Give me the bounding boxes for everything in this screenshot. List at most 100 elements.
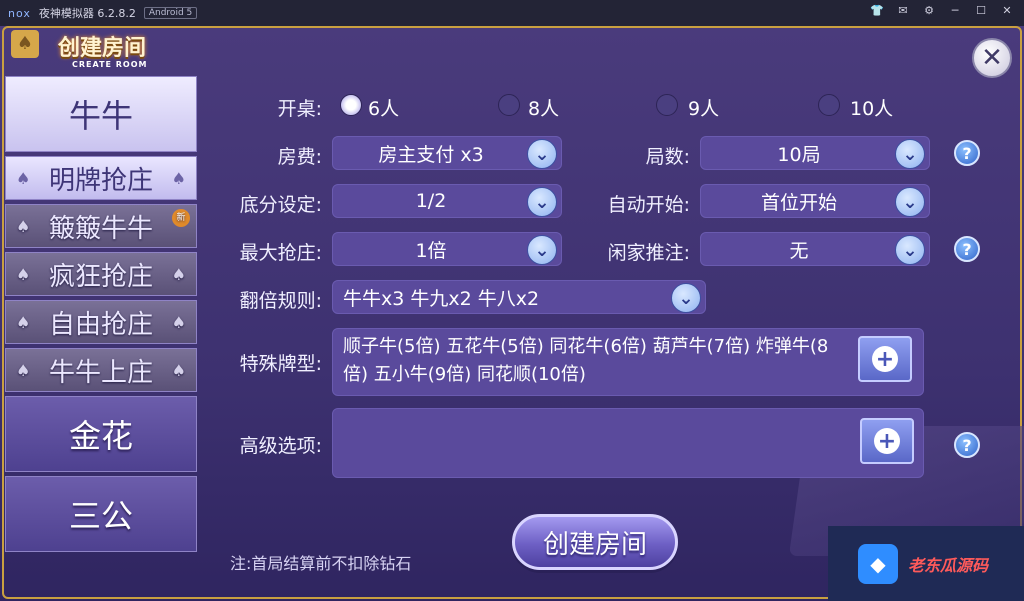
emulator-titlebar: nox 夜神模拟器 6.2.8.2 Android 5 👕 ✉ ⚙ ─ ☐ ✕	[0, 0, 1024, 26]
chevron-down-icon: ⌄	[527, 235, 557, 265]
sidebar-item-label: 明牌抢庄	[48, 165, 153, 196]
radio-6[interactable]	[340, 94, 362, 116]
sidebar-item-label: 牛牛上庄	[48, 357, 153, 388]
create-room-button[interactable]: 创建房间	[512, 514, 678, 570]
base-score-value: 1/2	[415, 190, 447, 212]
double-rule-label: 翻倍规则:	[239, 290, 322, 312]
watermark-text: 老东瓜源码	[908, 555, 989, 575]
radio-8[interactable]	[498, 94, 520, 116]
nox-logo: nox	[8, 6, 31, 20]
radio-9-label: 9人	[688, 98, 720, 120]
double-rule-dropdown[interactable]: 牛牛x3 牛九x2 牛八x2 ⌄	[332, 280, 706, 314]
room-settings-panel: ✕ 开桌: 6人 8人 9人 10人 房费: 房主支付 x3 ⌄ 局数: 10局…	[198, 26, 1024, 601]
new-badge: 新	[172, 209, 190, 227]
push-label: 闲家推注:	[607, 242, 690, 264]
spade-icon: ♠	[171, 360, 186, 380]
special-hands-value: 顺子牛(5倍) 五花牛(5倍) 同花牛(6倍) 葫芦牛(7倍) 炸弹牛(8倍) …	[343, 336, 829, 385]
sidebar-item-fengkuang[interactable]: ♠ 疯狂抢庄 ♠	[5, 252, 197, 296]
chevron-down-icon: ⌄	[895, 139, 925, 169]
maximize-icon[interactable]: ☐	[974, 4, 988, 18]
sidebar-item-label: 簸簸牛牛	[48, 213, 153, 244]
sidebar-item-label: 牛牛	[68, 97, 133, 135]
advanced-options-label: 高级选项:	[239, 435, 322, 457]
autostart-label: 自动开始:	[607, 194, 690, 216]
base-score-dropdown[interactable]: 1/2 ⌄	[332, 184, 562, 218]
base-score-label: 底分设定:	[239, 194, 322, 216]
fee-label: 房费:	[277, 146, 322, 168]
autostart-value: 首位开始	[760, 191, 837, 214]
radio-6-label: 6人	[368, 98, 400, 120]
chevron-down-icon: ⌄	[895, 187, 925, 217]
add-special-button[interactable]: +	[858, 336, 912, 382]
spade-icon: ♠	[171, 168, 186, 188]
sidebar-item-niuniu[interactable]: 牛牛	[5, 76, 197, 152]
push-help-icon[interactable]: ?	[954, 236, 980, 262]
advanced-options-box[interactable]	[332, 408, 924, 478]
spade-icon: ♠	[16, 312, 31, 332]
window-controls: 👕 ✉ ⚙ ─ ☐ ✕	[870, 4, 1014, 18]
spade-icon: ♠	[16, 264, 31, 284]
rounds-label: 局数:	[645, 146, 690, 168]
sidebar-item-label: 自由抢庄	[48, 309, 153, 340]
sidebar-item-ziyou[interactable]: ♠ 自由抢庄 ♠	[5, 300, 197, 344]
special-hands-label: 特殊牌型:	[239, 353, 322, 375]
advanced-help-icon[interactable]: ?	[954, 432, 980, 458]
chevron-down-icon: ⌄	[527, 187, 557, 217]
sidebar-item-mingpai[interactable]: ♠ 明牌抢庄 ♠	[5, 156, 197, 200]
gear-icon[interactable]: ⚙	[922, 4, 936, 18]
chevron-down-icon: ⌄	[895, 235, 925, 265]
spade-icon: ♠	[171, 312, 186, 332]
rounds-dropdown[interactable]: 10局 ⌄	[700, 136, 930, 170]
spade-icon: ♠	[11, 30, 39, 58]
special-hands-box[interactable]: 顺子牛(5倍) 五花牛(5倍) 同花牛(6倍) 葫芦牛(7倍) 炸弹牛(8倍) …	[332, 328, 924, 396]
sidebar-item-shangzhuang[interactable]: ♠ 牛牛上庄 ♠	[5, 348, 197, 392]
radio-10[interactable]	[818, 94, 840, 116]
close-button[interactable]: ✕	[972, 38, 1012, 78]
close-icon[interactable]: ✕	[1000, 4, 1014, 18]
max-bank-dropdown[interactable]: 1倍 ⌄	[332, 232, 562, 266]
game-type-sidebar: 牛牛 ♠ 明牌抢庄 ♠ ♠ 簸簸牛牛 新 ♠ 疯狂抢庄 ♠ ♠ 自由抢庄 ♠ ♠…	[5, 76, 197, 596]
watermark: ◆ 老东瓜源码	[828, 526, 1024, 601]
sidebar-item-label: 三公	[68, 497, 133, 535]
fee-dropdown[interactable]: 房主支付 x3 ⌄	[332, 136, 562, 170]
create-room-label: 创建房间	[542, 529, 647, 560]
create-room-logo: ♠ 创建房间 CREATE ROOM	[8, 28, 194, 74]
chevron-down-icon: ⌄	[671, 283, 701, 313]
radio-9[interactable]	[656, 94, 678, 116]
sidebar-item-label: 疯狂抢庄	[48, 261, 153, 292]
sidebar-item-bobo[interactable]: ♠ 簸簸牛牛 新	[5, 204, 197, 248]
fee-value: 房主支付 x3	[378, 143, 484, 166]
radio-8-label: 8人	[528, 98, 560, 120]
push-dropdown[interactable]: 无 ⌄	[700, 232, 930, 266]
minimize-icon[interactable]: ─	[948, 4, 962, 18]
shirt-icon[interactable]: 👕	[870, 4, 884, 18]
sidebar-item-sangong[interactable]: 三公	[5, 476, 197, 552]
table-size-label: 开桌:	[277, 98, 322, 120]
sidebar-item-jinhua[interactable]: 金花	[5, 396, 197, 472]
push-value: 无	[789, 239, 809, 262]
logo-title-en: CREATE ROOM	[72, 60, 148, 69]
spade-icon: ♠	[16, 168, 31, 188]
plus-icon: +	[872, 346, 898, 372]
chevron-down-icon: ⌄	[527, 139, 557, 169]
close-icon: ✕	[981, 43, 1003, 73]
rounds-value: 10局	[777, 143, 821, 166]
mail-icon[interactable]: ✉	[896, 4, 910, 18]
android-version-badge: Android 5	[143, 7, 198, 19]
game-screen: ♠ 创建房间 CREATE ROOM 牛牛 ♠ 明牌抢庄 ♠ ♠ 簸簸牛牛 新 …	[0, 26, 1024, 601]
diamond-icon: ◆	[858, 543, 898, 584]
diamond-note: 注:首局结算前不扣除钻石	[230, 554, 412, 573]
radio-10-label: 10人	[850, 98, 894, 120]
logo-title-cn: 创建房间	[58, 36, 147, 61]
add-advanced-button[interactable]: +	[860, 418, 914, 464]
max-bank-value: 1倍	[415, 239, 447, 262]
sidebar-item-label: 金花	[68, 417, 133, 455]
spade-icon: ♠	[16, 360, 31, 380]
autostart-dropdown[interactable]: 首位开始 ⌄	[700, 184, 930, 218]
spade-icon: ♠	[16, 216, 31, 236]
spade-icon: ♠	[171, 264, 186, 284]
max-bank-label: 最大抢庄:	[239, 242, 322, 264]
window-title: 夜神模拟器 6.2.8.2	[38, 7, 136, 20]
rounds-help-icon[interactable]: ?	[954, 140, 980, 166]
double-rule-value: 牛牛x3 牛九x2 牛八x2	[343, 287, 540, 310]
